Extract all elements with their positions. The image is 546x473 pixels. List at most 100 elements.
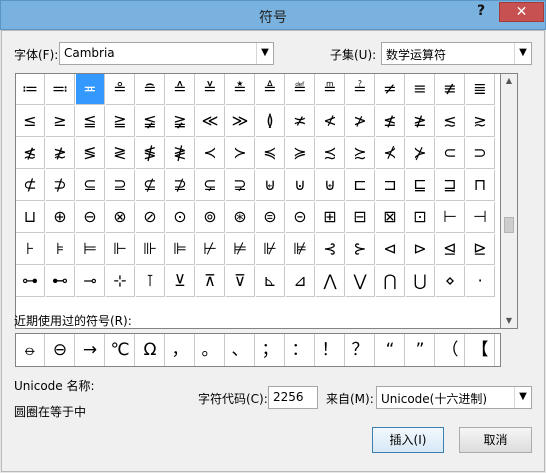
symbol-cell[interactable]: ≙	[166, 74, 195, 105]
symbol-cell[interactable]: ⊇	[106, 170, 135, 201]
symbol-cell[interactable]: ⋀	[316, 266, 345, 297]
symbol-cell[interactable]: ⊾	[256, 266, 285, 297]
symbol-cell[interactable]: ⊆	[76, 170, 105, 201]
symbol-cell[interactable]: ⊔	[16, 202, 45, 233]
cancel-button[interactable]: 取消	[459, 427, 532, 453]
recent-symbol-cell[interactable]: 【	[466, 334, 495, 366]
symbol-cell[interactable]: ≚	[196, 74, 225, 105]
symbol-cell[interactable]: ⊃	[466, 138, 495, 169]
symbol-cell[interactable]: ⊠	[376, 202, 405, 233]
symbol-cell[interactable]: ⊊	[196, 170, 225, 201]
recent-symbol-cell[interactable]: “	[376, 334, 405, 366]
symbol-cell[interactable]: ≫	[226, 106, 255, 137]
symbol-cell[interactable]: ⊉	[166, 170, 195, 201]
recent-symbol-cell[interactable]: ，	[166, 334, 195, 366]
symbol-cell[interactable]: ⊓	[466, 170, 495, 201]
symbol-cell[interactable]: ⊝	[286, 202, 315, 233]
symbol-cell[interactable]: ≺	[196, 138, 225, 169]
symbol-cell[interactable]: ⊋	[226, 170, 255, 201]
symbol-cell[interactable]: ≲	[436, 106, 465, 137]
symbol-cell[interactable]: ⊡	[406, 202, 435, 233]
symbol-cell[interactable]: ≴	[16, 138, 45, 169]
symbol-cell[interactable]: ≦	[76, 106, 105, 137]
symbol-cell[interactable]: ⊽	[226, 266, 255, 297]
symbol-cell[interactable]: ⋃	[406, 266, 435, 297]
recent-symbol-cell[interactable]: Ω	[136, 334, 165, 366]
symbol-cell[interactable]: ≪	[196, 106, 225, 137]
recent-symbol-cell[interactable]: ；	[256, 334, 285, 366]
symbol-cell[interactable]: ≟	[346, 74, 375, 105]
symbol-cell[interactable]: ⊢	[436, 202, 465, 233]
symbol-cell[interactable]: ≹	[166, 138, 195, 169]
symbol-cell[interactable]: ⊀	[376, 138, 405, 169]
symbol-cell[interactable]: ≔	[16, 74, 45, 105]
symbol-cell[interactable]: ⊌	[256, 170, 285, 201]
symbol-cell[interactable]: ⊩	[106, 234, 135, 265]
recent-symbol-cell[interactable]: ！	[316, 334, 345, 366]
symbol-cell[interactable]: ⊭	[226, 234, 255, 265]
symbol-cell[interactable]: ≵	[46, 138, 75, 169]
recent-symbol-cell[interactable]: 。	[196, 334, 225, 366]
chevron-down-icon[interactable]: ▼	[256, 43, 273, 64]
symbol-cell[interactable]: ⊗	[106, 202, 135, 233]
symbol-cell[interactable]: ⊼	[196, 266, 225, 297]
scroll-thumb[interactable]	[504, 217, 514, 233]
symbol-cell[interactable]: ⊴	[436, 234, 465, 265]
recent-symbol-cell[interactable]: ？	[346, 334, 375, 366]
symbol-cell[interactable]: ⊵	[466, 234, 495, 265]
symbol-cell[interactable]: ⊕	[46, 202, 75, 233]
symbol-cell[interactable]: ⊏	[346, 170, 375, 201]
symbol-cell[interactable]: ⊯	[286, 234, 315, 265]
symbol-cell[interactable]: ⋂	[376, 266, 405, 297]
help-button[interactable]: ?	[467, 2, 495, 22]
symbol-cell[interactable]: ⊁	[406, 138, 435, 169]
recent-symbol-cell[interactable]: ”	[406, 334, 435, 366]
from-combo[interactable]: Unicode(十六进制) ▼	[376, 386, 532, 409]
symbol-cell[interactable]: ≝	[286, 74, 315, 105]
symbol-cell[interactable]: ⊣	[466, 202, 495, 233]
font-combo[interactable]: Cambria ▼	[59, 42, 274, 65]
symbol-scrollbar[interactable]: ▲ ▼	[501, 73, 518, 329]
symbol-cell[interactable]: ⊻	[166, 266, 195, 297]
symbol-cell[interactable]: ≾	[316, 138, 345, 169]
symbol-cell[interactable]: ⊞	[316, 202, 345, 233]
symbol-cell[interactable]: ⊙	[166, 202, 195, 233]
symbol-cell[interactable]: ⊒	[436, 170, 465, 201]
recent-symbol-cell[interactable]: ⦵	[16, 334, 45, 366]
symbol-cell[interactable]: ⊿	[286, 266, 315, 297]
symbol-cell[interactable]: ⊈	[136, 170, 165, 201]
symbol-cell[interactable]: ⊑	[406, 170, 435, 201]
recent-symbol-cell[interactable]: ⊖	[46, 334, 75, 366]
symbol-cell[interactable]: ≧	[106, 106, 135, 137]
symbol-cell[interactable]: ≱	[406, 106, 435, 137]
symbol-cell[interactable]: ⊫	[166, 234, 195, 265]
symbol-cell[interactable]: ≗	[106, 74, 135, 105]
symbol-cell[interactable]: ⊰	[316, 234, 345, 265]
symbol-cell[interactable]: ⊮	[256, 234, 285, 265]
symbol-cell[interactable]: ≬	[256, 106, 285, 137]
symbol-cell[interactable]: ⊚	[196, 202, 225, 233]
symbol-cell[interactable]: ⊍	[286, 170, 315, 201]
symbol-cell[interactable]: ≥	[46, 106, 75, 137]
symbol-cell[interactable]: ≕	[46, 74, 75, 105]
recent-symbol-cell[interactable]: （	[436, 334, 465, 366]
symbol-cell[interactable]: ⊖	[76, 202, 105, 233]
recent-symbol-cell[interactable]: →	[76, 334, 105, 366]
subset-combo[interactable]: 数学运算符 ▼	[381, 42, 532, 65]
symbol-cell[interactable]: ≸	[136, 138, 165, 169]
symbol-cell[interactable]: ⊳	[406, 234, 435, 265]
symbol-cell[interactable]: ≞	[316, 74, 345, 105]
scroll-up-icon[interactable]: ▲	[501, 76, 517, 85]
symbol-cell[interactable]: ⊸	[76, 266, 105, 297]
recent-symbol-cell[interactable]: ：	[286, 334, 315, 366]
symbol-cell[interactable]: ≷	[106, 138, 135, 169]
symbol-cell[interactable]: ≘	[136, 74, 165, 105]
symbol-cell[interactable]: ≛	[226, 74, 255, 105]
symbol-cell[interactable]: ⊄	[16, 170, 45, 201]
recent-symbol-cell[interactable]: 、	[226, 334, 255, 366]
symbol-cell[interactable]: ⊨	[76, 234, 105, 265]
symbol-cell[interactable]: ⊲	[376, 234, 405, 265]
symbol-cell[interactable]: ⊹	[106, 266, 135, 297]
symbol-cell[interactable]: ≽	[286, 138, 315, 169]
symbol-cell[interactable]: ≼	[256, 138, 285, 169]
